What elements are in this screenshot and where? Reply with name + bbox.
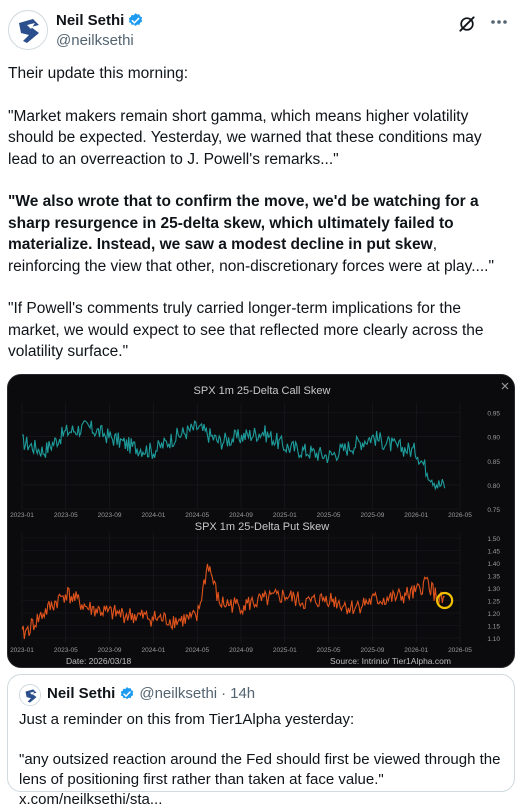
y-tick-label: 1.35: [487, 574, 500, 581]
chart-date: Date: 2026/03/18: [66, 656, 131, 666]
avatar-logo-icon: [10, 12, 47, 49]
y-tick-label: 1.20: [487, 611, 500, 618]
x-tick-label: 2024-09: [229, 512, 253, 519]
quote-separator: ·: [221, 685, 227, 702]
y-tick-label: 0.90: [487, 435, 500, 442]
quote-paragraph: "any outsized reaction around the Fed sh…: [19, 751, 501, 806]
verified-badge-icon: [129, 13, 143, 26]
y-tick-label: 1.30: [487, 586, 500, 593]
x-tick-label: 2023-01: [10, 647, 34, 654]
x-tick-label: 2025-09: [360, 647, 384, 654]
tweet-bold-text: "We also wrote that to confirm the move,…: [8, 193, 479, 253]
quote-paragraph: Just a reminder on this from Tier1Alpha …: [19, 711, 355, 728]
y-tick-label: 0.75: [487, 507, 500, 514]
tweet-paragraph: Their update this morning:: [8, 65, 189, 82]
y-tick-label: 1.45: [487, 549, 500, 556]
tweet-header: Neil Sethi @neilksethi: [8, 6, 513, 52]
x-tick-label: 2026-01: [404, 512, 428, 519]
quote-author-name: Neil Sethi: [47, 685, 116, 702]
more-options-icon: [491, 20, 507, 24]
grok-icon: [459, 16, 475, 32]
chart-image[interactable]: SPX 1m 25-Delta Call Skew SPX 1m 25-Delt…: [7, 374, 515, 668]
chart-canvas: SPX 1m 25-Delta Call Skew SPX 1m 25-Delt…: [8, 375, 514, 667]
x-tick-label: 2023-05: [54, 647, 78, 654]
chart-source: Source: Intrinio/ Tier1Alpha.com: [330, 656, 451, 666]
author-handle[interactable]: @neilksethi: [56, 32, 134, 49]
quote-time: 14h: [230, 685, 256, 702]
tweet-paragraph: "If Powell's comments truly carried long…: [8, 300, 484, 360]
y-tick-label: 0.85: [487, 459, 500, 466]
x-tick-label: 2025-09: [360, 512, 384, 519]
y-tick-label: 1.50: [487, 536, 500, 543]
quoted-tweet[interactable]: Neil Sethi @neilksethi · 14h Just a remi…: [7, 674, 515, 806]
tweet-paragraph: "Market makers remain short gamma, which…: [8, 107, 482, 168]
y-tick-label: 1.10: [487, 636, 500, 643]
x-tick-label: 2023-01: [10, 512, 34, 519]
x-tick-label: 2024-05: [185, 647, 209, 654]
author-name[interactable]: Neil Sethi: [56, 12, 124, 29]
y-tick-label: 0.95: [487, 411, 500, 418]
y-tick-label: 0.80: [487, 483, 500, 490]
x-tick-label: 2026-01: [404, 647, 428, 654]
x-tick-label: 2025-05: [317, 512, 341, 519]
x-tick-label: 2023-09: [98, 512, 122, 519]
x-tick-label: 2024-09: [229, 647, 253, 654]
y-tick-label: 1.25: [487, 599, 500, 606]
avatar-logo-icon: [20, 685, 40, 705]
x-tick-label: 2023-05: [54, 512, 78, 519]
x-tick-label: 2024-01: [141, 512, 165, 519]
x-tick-label: 2025-01: [273, 647, 297, 654]
x-tick-label: 2023-09: [98, 647, 122, 654]
more-options-button[interactable]: [489, 12, 509, 32]
x-tick-label: 2024-05: [185, 512, 209, 519]
y-tick-label: 1.40: [487, 561, 500, 568]
x-tick-label: 2026-05: [448, 647, 472, 654]
tweet-body: Their update this morning: "Market maker…: [8, 63, 513, 384]
y-tick-label: 1.15: [487, 624, 500, 631]
grok-button[interactable]: [457, 14, 477, 34]
chart-title: SPX 1m 25-Delta Call Skew: [194, 385, 331, 397]
avatar[interactable]: [8, 10, 48, 50]
x-tick-label: 2026-05: [448, 512, 472, 519]
x-tick-label: 2025-01: [273, 512, 297, 519]
quote-author-handle: @neilksethi: [139, 685, 218, 702]
quote-avatar[interactable]: [19, 684, 41, 706]
chart-title: SPX 1m 25-Delta Put Skew: [195, 521, 330, 533]
tweet-paragraph: "We also wrote that to confirm the move,…: [8, 191, 513, 277]
quote-body: Just a reminder on this from Tier1Alpha …: [19, 710, 509, 806]
x-tick-label: 2024-01: [141, 647, 165, 654]
verified-badge-icon: [121, 686, 134, 699]
x-tick-label: 2025-05: [317, 647, 341, 654]
